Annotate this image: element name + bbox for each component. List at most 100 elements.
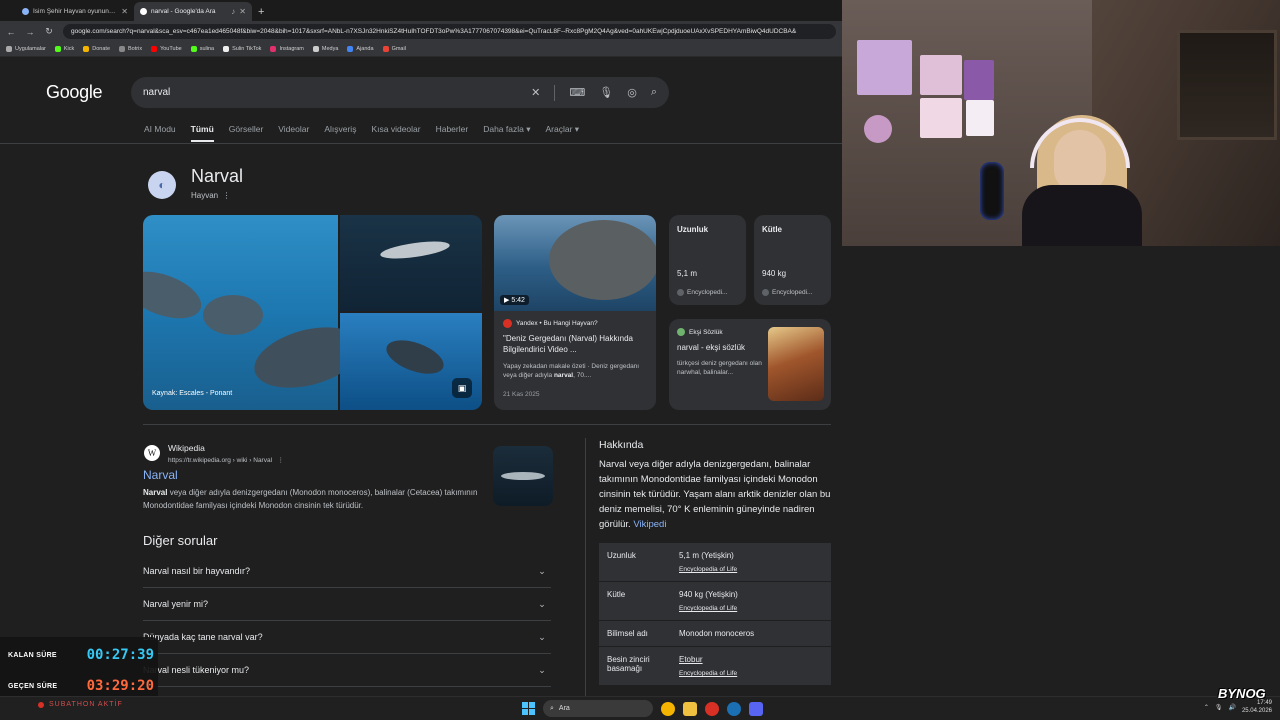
result-title-link[interactable]: Narval <box>143 468 178 482</box>
tab-images[interactable]: Görseller <box>229 124 263 142</box>
bookmark-item[interactable]: Botrix <box>119 46 142 52</box>
search-icon[interactable]: ⌕ <box>651 86 657 99</box>
bookmark-item[interactable]: Donate <box>83 46 110 52</box>
fact-row: Kütle 940 kg (Yetişkin) Encyclopedia of Li… <box>599 582 831 621</box>
microphone-icon[interactable]: 🎙 <box>599 86 613 99</box>
divider <box>143 424 831 425</box>
bookmark-item[interactable]: Instagram <box>270 46 304 52</box>
tab-title: narval - Google'da Ara <box>151 8 216 15</box>
tab-more[interactable]: Daha fazla ▾ <box>483 124 530 142</box>
tab-tools[interactable]: Araçlar ▾ <box>545 124 579 142</box>
google-logo[interactable]: Google <box>46 82 103 103</box>
divider <box>0 143 842 144</box>
chevron-down-icon[interactable]: ⌄ <box>533 595 551 613</box>
poster <box>857 40 912 95</box>
speaker <box>980 162 1004 220</box>
browser-tab-active[interactable]: narval - Google'da Ara ♪ ✕ <box>134 2 252 21</box>
new-tab-button[interactable]: + <box>258 6 264 18</box>
paa-question[interactable]: Dünyada kaç tane narval var? ⌄ <box>143 621 551 654</box>
fact-row: Besin zinciri basamağı Etobur Encyclopedia… <box>599 647 831 686</box>
chevron-down-icon[interactable]: ⌄ <box>533 562 551 580</box>
tab-news[interactable]: Haberler <box>436 124 469 142</box>
volume-icon[interactable]: 🔊 <box>1228 704 1235 711</box>
live-dot-icon <box>38 701 44 708</box>
fact-card-mass[interactable]: Kütle 940 kg Encyclopedi... <box>754 215 831 305</box>
source-link[interactable]: Encyclopedia of Life <box>679 605 738 612</box>
lens-icon[interactable]: ◎ <box>627 86 637 99</box>
source-link[interactable]: Encyclopedia of Life <box>679 566 737 573</box>
video-date: 21 Kas 2025 <box>503 391 540 398</box>
discord-icon[interactable] <box>749 701 763 716</box>
fact-value: 5,1 m <box>677 269 698 278</box>
bookmark-item[interactable]: Kick <box>54 46 74 52</box>
narwhal-image-top[interactable] <box>340 215 482 311</box>
result-url: https://tr.wikipedia.org › wiki › Narval… <box>168 457 284 464</box>
tab-short-videos[interactable]: Kısa videolar <box>371 124 420 142</box>
back-icon[interactable]: ← <box>6 27 16 37</box>
bookmark-item[interactable]: Gmail <box>382 46 406 52</box>
fact-value: 940 kg <box>762 269 787 278</box>
taskbar-search[interactable]: ⌕ Ara <box>543 700 653 717</box>
windows-start-icon[interactable] <box>522 702 535 715</box>
result-thumbnail[interactable] <box>493 446 553 506</box>
bookmark-item[interactable]: Sulin TikTok <box>223 46 261 52</box>
video-source: Yandex • Bu Hangi Hayvan? <box>503 319 598 328</box>
eksi-title[interactable]: narval - ekşi sözlük <box>677 343 745 352</box>
vikipedi-link[interactable]: Vikipedi <box>633 519 666 530</box>
chevron-up-icon[interactable]: ⌃ <box>1204 704 1209 711</box>
speaker-icon[interactable]: ♪ <box>231 7 235 16</box>
chrome-icon[interactable] <box>661 701 675 716</box>
elapsed-row: GEÇEN SÜRE 03:29:20 <box>8 678 154 694</box>
steam-icon[interactable] <box>727 701 741 716</box>
image-search-icon[interactable]: ▣ <box>452 378 472 398</box>
about-text: Narval veya diğer adıyla denizgergedanı,… <box>599 459 831 530</box>
tab-ai-mode[interactable]: AI Modu <box>144 124 176 142</box>
paa-question[interactable]: Narval yenir mi? ⌄ <box>143 588 551 621</box>
bookmark-item[interactable]: Medya <box>312 46 338 52</box>
poster <box>964 60 994 100</box>
close-tab-icon[interactable]: ✕ <box>239 7 246 16</box>
narwhal-image-main[interactable]: Kaynak: Escales - Ponant <box>143 215 369 410</box>
image-gallery[interactable]: Kaynak: Escales - Ponant ▣ <box>143 215 482 410</box>
file-explorer-icon[interactable] <box>683 701 697 716</box>
video-title[interactable]: "Deniz Gergedanı (Narval) Hakkında Bilgi… <box>503 334 649 356</box>
paa-question[interactable]: Narval nasıl bir hayvandır? ⌄ <box>143 555 551 588</box>
etobur-link[interactable]: Etobur <box>679 655 703 664</box>
poster <box>920 55 962 95</box>
video-card[interactable]: ▶ 5:42 Yandex • Bu Hangi Hayvan? "Deniz … <box>494 215 656 410</box>
eksi-thumbnail[interactable] <box>768 327 824 401</box>
bookmark-item[interactable]: Ajanda <box>347 46 374 52</box>
close-tab-icon[interactable]: ✕ <box>121 7 128 16</box>
video-description: Yapay zekadan makale özeti · Deniz gerge… <box>503 363 640 380</box>
keyboard-icon[interactable]: ⌨ <box>569 86 585 99</box>
paa-question[interactable]: Narval nesli tükeniyor mu? ⌄ <box>143 654 551 687</box>
chevron-down-icon[interactable]: ⌄ <box>533 628 551 646</box>
browser-tab[interactable]: İsim Şehir Hayvan oyununa kat ✕ <box>16 2 134 21</box>
source-link[interactable]: Encyclopedia of Life <box>679 670 737 677</box>
subathon-status: SUBATHON AKTİF <box>38 701 123 708</box>
opera-icon[interactable] <box>705 701 719 716</box>
tab-videos[interactable]: Videolar <box>278 124 309 142</box>
entity-subtitle: Hayvan ⋮ <box>191 191 231 200</box>
chevron-down-icon[interactable]: ⌄ <box>533 661 551 679</box>
clear-icon[interactable]: ✕ <box>531 86 540 99</box>
room-window <box>1177 30 1277 140</box>
search-input[interactable]: narval <box>143 87 531 98</box>
bookmark-item[interactable]: sulina <box>190 46 214 52</box>
wikipedia-icon: W <box>144 445 160 461</box>
people-also-ask-title: Diğer sorular <box>143 533 218 548</box>
bookmark-item[interactable]: Uygulamalar <box>6 46 46 52</box>
forward-icon[interactable]: → <box>25 27 35 37</box>
search-tabs: AI Modu Tümü Görseller Videolar Alışveri… <box>144 124 579 142</box>
entity-icon[interactable]: ◐ <box>148 171 176 199</box>
microphone-icon[interactable]: 🎙 <box>1215 704 1223 711</box>
bookmark-item[interactable]: YouTube <box>151 46 182 52</box>
search-box[interactable]: narval ✕ ⌨ 🎙 ◎ ⌕ <box>131 77 669 108</box>
eksi-card[interactable]: Ekşi Sözlük narval - ekşi sözlük türkçes… <box>669 319 831 410</box>
tab-shopping[interactable]: Alışveriş <box>324 124 356 142</box>
reload-icon[interactable]: ↻ <box>44 26 54 37</box>
fact-card-length[interactable]: Uzunluk 5,1 m Encyclopedi... <box>669 215 746 305</box>
tab-all[interactable]: Tümü <box>190 124 214 142</box>
clock[interactable]: 17:49 25.04.2026 <box>1242 700 1272 716</box>
url-field[interactable]: google.com/search?q=narval&sca_esv=c467e… <box>63 24 836 39</box>
